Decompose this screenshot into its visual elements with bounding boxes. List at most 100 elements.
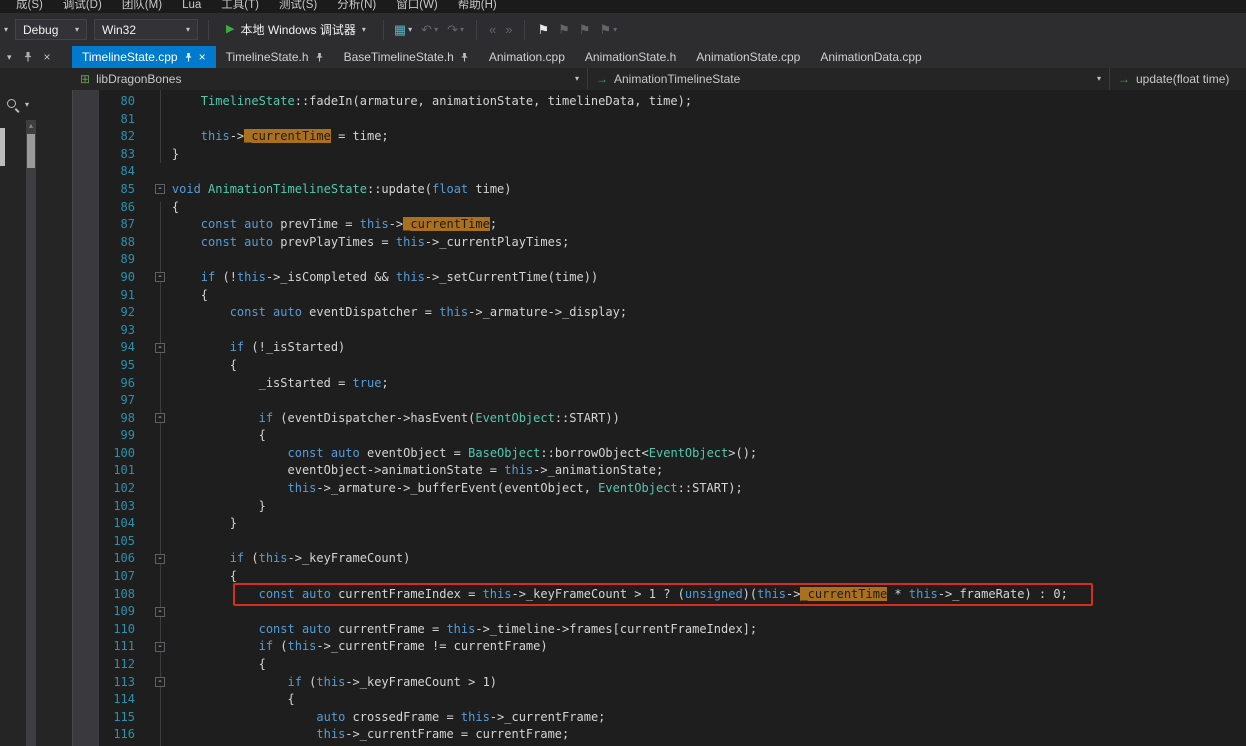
code-line-99[interactable]: 99{ [99, 427, 1246, 445]
code-line-106[interactable]: 106-if (this->_keyFrameCount) [99, 550, 1246, 568]
code-line-87[interactable]: 87const auto prevTime = this->_currentTi… [99, 216, 1246, 234]
close-icon[interactable]: × [199, 51, 206, 63]
pin-icon[interactable] [460, 52, 469, 63]
project-dropdown[interactable]: ⊞ libDragonBones ▾ [72, 68, 588, 90]
code-line-102[interactable]: 102this->_armature->_bufferEvent(eventOb… [99, 480, 1246, 498]
code-line-103[interactable]: 103} [99, 498, 1246, 516]
code-line-86[interactable]: 86{ [99, 199, 1246, 217]
redo-icon[interactable]: ↷▾ [447, 22, 464, 38]
token: ::update( [367, 182, 432, 196]
window-position-icon[interactable]: ▾ [7, 52, 12, 63]
code-line-94[interactable]: 94-if (!_isStarted) [99, 339, 1246, 357]
type-name: AnimationTimelineState [614, 72, 740, 86]
outdent-icon[interactable]: « [489, 22, 496, 37]
toolbar-overflow-icon[interactable]: ▾ [4, 26, 8, 34]
scrollbar-thumb[interactable] [27, 134, 35, 168]
scroll-up-icon[interactable]: ▴ [26, 121, 36, 130]
fold-collapse-icon[interactable]: - [155, 607, 165, 617]
menu-item-2[interactable]: 团队(M) [112, 0, 172, 13]
code-line-91[interactable]: 91{ [99, 287, 1246, 305]
fold-collapse-icon[interactable]: - [155, 343, 165, 353]
code-line-97[interactable]: 97 [99, 392, 1246, 410]
side-tool-panel: ▾ ▴ [0, 90, 72, 746]
menu-item-8[interactable]: 帮助(H) [448, 0, 507, 13]
code-line-81[interactable]: 81 [99, 111, 1246, 129]
code-line-113[interactable]: 113-if (this->_keyFrameCount > 1) [99, 674, 1246, 692]
token: } [172, 147, 179, 161]
bookmark-icon[interactable]: ⚑ [537, 22, 549, 38]
fold-collapse-icon[interactable]: - [155, 642, 165, 652]
tab-TimelineState.h[interactable]: TimelineState.h [216, 46, 334, 68]
menu-item-3[interactable]: Lua [172, 0, 211, 13]
code-line-96[interactable]: 96_isStarted = true; [99, 375, 1246, 393]
code-line-112[interactable]: 112{ [99, 656, 1246, 674]
code-line-84[interactable]: 84 [99, 163, 1246, 181]
tab-TimelineState.cpp[interactable]: TimelineState.cpp× [72, 46, 216, 68]
code-line-116[interactable]: 116this->_currentFrame = currentFrame; [99, 726, 1246, 744]
code-line-111[interactable]: 111-if (this->_currentFrame != currentFr… [99, 638, 1246, 656]
token: { [288, 692, 295, 706]
tab-Animation.cpp[interactable]: Animation.cpp [479, 46, 575, 68]
code-line-89[interactable]: 89 [99, 251, 1246, 269]
menu-item-4[interactable]: 工具(T) [211, 0, 269, 13]
tab-AnimationData.cpp[interactable]: AnimationData.cpp [810, 46, 931, 68]
menu-item-7[interactable]: 窗口(W) [386, 0, 448, 13]
code-line-93[interactable]: 93 [99, 322, 1246, 340]
token: eventObject->animationState = [288, 463, 505, 477]
start-debug-button[interactable]: ▶ 本地 Windows 调试器 ▾ [219, 18, 373, 41]
token: ->_animationState; [533, 463, 663, 477]
type-dropdown[interactable]: → AnimationTimelineState ▾ [588, 68, 1110, 90]
platform-combo[interactable]: Win32 ▾ [94, 19, 198, 40]
code-line-83[interactable]: 83} [99, 146, 1246, 164]
output-panel-icon[interactable]: ▦▾ [394, 22, 412, 38]
pin-icon[interactable] [315, 52, 324, 63]
fold-collapse-icon[interactable]: - [155, 413, 165, 423]
search-button[interactable]: ▾ [7, 99, 29, 111]
code-editor[interactable]: 80TimelineState::fadeIn(armature, animat… [99, 90, 1246, 746]
code-line-101[interactable]: 101eventObject->animationState = this->_… [99, 462, 1246, 480]
menu-item-1[interactable]: 调试(D) [53, 0, 112, 13]
undo-icon[interactable]: ↶▾ [421, 22, 438, 38]
next-bookmark-icon: ⚑ [579, 22, 591, 38]
indent-icon[interactable]: » [505, 22, 512, 37]
code-line-80[interactable]: 80TimelineState::fadeIn(armature, animat… [99, 93, 1246, 111]
tab-BaseTimelineState.h[interactable]: BaseTimelineState.h [334, 46, 479, 68]
fold-collapse-icon[interactable]: - [155, 272, 165, 282]
token: currentFrame = [331, 622, 447, 636]
fold-collapse-icon[interactable]: - [155, 554, 165, 564]
code-line-82[interactable]: 82this->_currentTime = time; [99, 128, 1246, 146]
code-line-90[interactable]: 90-if (!this->_isCompleted && this->_set… [99, 269, 1246, 287]
tab-AnimationState.cpp[interactable]: AnimationState.cpp [686, 46, 810, 68]
menu-item-6[interactable]: 分析(N) [327, 0, 386, 13]
menu-item-0[interactable]: 成(S) [6, 0, 53, 13]
menu-item-5[interactable]: 测试(S) [269, 0, 327, 13]
pin-icon[interactable] [184, 52, 193, 63]
breakpoint-margin[interactable] [72, 90, 99, 746]
member-dropdown[interactable]: → update(float time) [1110, 68, 1246, 90]
code-line-95[interactable]: 95{ [99, 357, 1246, 375]
code-line-114[interactable]: 114{ [99, 691, 1246, 709]
token: float [432, 182, 468, 196]
next-bookmark-icon[interactable]: ⚑ [579, 22, 591, 38]
outline-guide-line [160, 202, 161, 746]
pin-icon[interactable] [23, 51, 33, 63]
prev-bookmark-icon[interactable]: ⚑ [558, 22, 570, 38]
left-scrollbar-thumb[interactable] [0, 128, 5, 166]
code-line-105[interactable]: 105 [99, 533, 1246, 551]
code-line-104[interactable]: 104} [99, 515, 1246, 533]
tab-AnimationState.h[interactable]: AnimationState.h [575, 46, 686, 68]
code-line-85[interactable]: 85-void AnimationTimelineState::update(f… [99, 181, 1246, 199]
code-line-98[interactable]: 98-if (eventDispatcher->hasEvent(EventOb… [99, 410, 1246, 428]
code-line-109[interactable]: 109- [99, 603, 1246, 621]
fold-collapse-icon[interactable]: - [155, 677, 165, 687]
code-line-110[interactable]: 110const auto currentFrame = this->_time… [99, 621, 1246, 639]
code-line-88[interactable]: 88const auto prevPlayTimes = this->_curr… [99, 234, 1246, 252]
panel-scrollbar[interactable]: ▴ [26, 120, 36, 746]
bookmark-list-icon[interactable]: ⚑▾ [599, 22, 617, 38]
code-line-92[interactable]: 92const auto eventDispatcher = this->_ar… [99, 304, 1246, 322]
code-line-115[interactable]: 115auto crossedFrame = this->_currentFra… [99, 709, 1246, 727]
code-line-100[interactable]: 100const auto eventObject = BaseObject::… [99, 445, 1246, 463]
close-icon[interactable]: × [44, 51, 51, 63]
fold-collapse-icon[interactable]: - [155, 184, 165, 194]
configuration-combo[interactable]: Debug ▾ [15, 19, 87, 40]
